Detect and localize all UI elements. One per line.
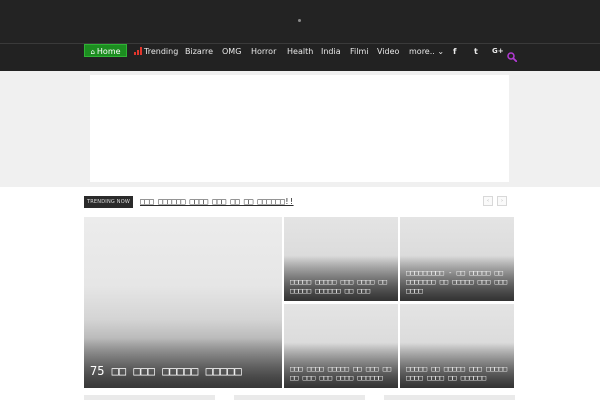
- featured-card-main[interactable]: 75 □□ □□□ □□□□□ □□□□□: [84, 217, 282, 388]
- main-navigation: ⌂ Home Trending Bizarre OMG Horror Health…: [0, 43, 600, 71]
- nav-more[interactable]: more.. ⌄: [409, 44, 444, 59]
- home-icon: ⌂: [90, 48, 95, 56]
- trending-prev-button[interactable]: ‹: [483, 196, 493, 206]
- bar-chart-icon: [134, 47, 142, 55]
- chevron-left-icon: ‹: [487, 198, 489, 204]
- nav-trending-label: Trending: [144, 47, 179, 56]
- nav-more-label: more..: [409, 47, 435, 56]
- featured-card-title: □□□□□□□□□ - □□ □□□□□ □□ □□□□□□□ □□ □□□□□…: [406, 269, 508, 295]
- nav-india[interactable]: India: [321, 44, 341, 59]
- site-logo[interactable]: [298, 19, 301, 22]
- twitter-icon[interactable]: t: [474, 44, 478, 59]
- advertisement-slot[interactable]: [90, 75, 509, 182]
- featured-card-title: □□□□□ □□□□□ □□□ □□□□ □□ □□□□□ □□□□□□ □□ …: [290, 278, 387, 295]
- featured-card-4[interactable]: □□□□□ □□ □□□□□ □□□ □□□□□ □□□□ □□□□ □□ □□…: [400, 304, 514, 388]
- nav-home-label: Home: [96, 47, 121, 56]
- article-card-placeholder[interactable]: [384, 395, 515, 400]
- trending-now-badge: TRENDING NOW: [84, 196, 133, 208]
- nav-video[interactable]: Video: [377, 44, 399, 59]
- article-card-placeholder[interactable]: [234, 395, 365, 400]
- featured-card-title: □□□ □□□□ □□□□□ □□ □□□ □□□□ □□□ □□□ □□□□ …: [290, 365, 392, 382]
- nav-horror[interactable]: Horror: [251, 44, 276, 59]
- featured-card-3[interactable]: □□□ □□□□ □□□□□ □□ □□□ □□□□ □□□ □□□ □□□□ …: [284, 304, 398, 388]
- search-icon[interactable]: [507, 47, 518, 63]
- advertisement-area: [0, 71, 600, 187]
- nav-omg[interactable]: OMG: [222, 44, 241, 59]
- chevron-down-icon: ⌄: [437, 47, 445, 56]
- nav-home[interactable]: ⌂ Home: [84, 44, 127, 57]
- google-plus-icon[interactable]: G+: [492, 44, 504, 59]
- facebook-icon[interactable]: f: [453, 44, 456, 59]
- chevron-right-icon: ›: [501, 198, 503, 204]
- main-content: TRENDING NOW □□□ □□□□□□ □□□□ □□□ □□ □□ □…: [0, 187, 600, 400]
- featured-card-title: 75 □□ □□□ □□□□□ □□□□□: [90, 364, 242, 378]
- nav-bizarre[interactable]: Bizarre: [185, 44, 213, 59]
- article-card-placeholder[interactable]: [84, 395, 215, 400]
- site-header: [0, 0, 600, 43]
- featured-card-2[interactable]: □□□□□□□□□ - □□ □□□□□ □□ □□□□□□□ □□ □□□□□…: [400, 217, 514, 301]
- trending-headline-link[interactable]: □□□ □□□□□□ □□□□ □□□ □□ □□ □□□□□□!!: [140, 195, 400, 208]
- nav-health[interactable]: Health: [287, 44, 313, 59]
- card-overlay: [84, 338, 282, 388]
- featured-card-1[interactable]: □□□□□ □□□□□ □□□ □□□□ □□ □□□□□ □□□□□□ □□ …: [284, 217, 398, 301]
- nav-filmi[interactable]: Filmi: [350, 44, 368, 59]
- nav-trending[interactable]: Trending: [134, 44, 178, 59]
- featured-card-title: □□□□□ □□ □□□□□ □□□ □□□□□ □□□□ □□□□ □□ □□…: [406, 365, 508, 382]
- trending-next-button[interactable]: ›: [497, 196, 507, 206]
